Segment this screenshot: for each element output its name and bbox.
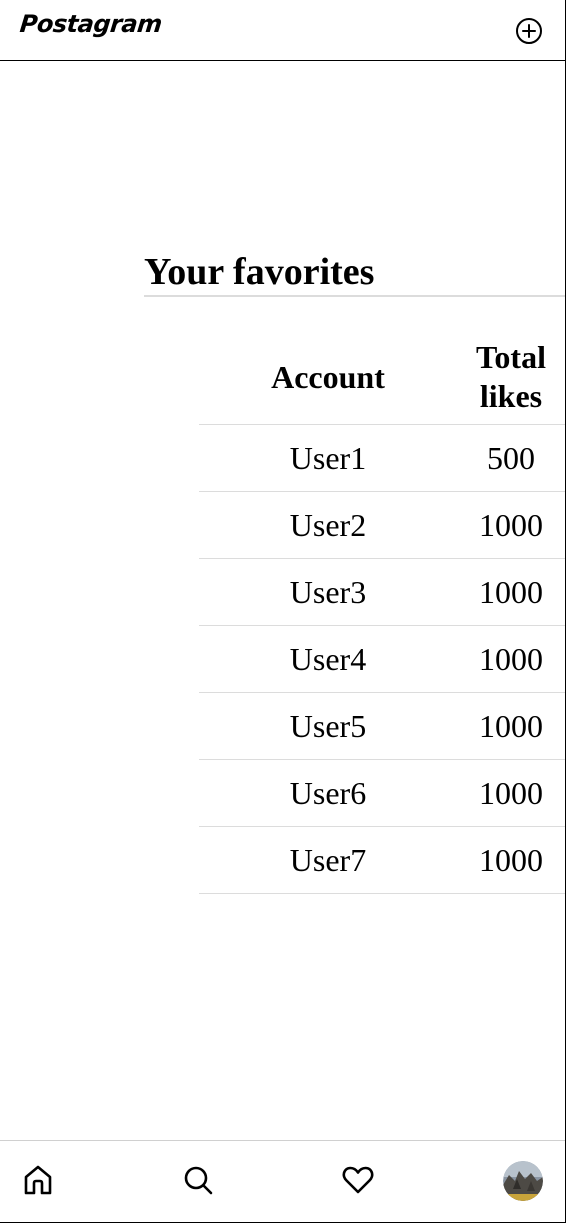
column-header-account: Account	[199, 330, 457, 425]
likes-cell: 1000	[457, 826, 565, 894]
page-title: Your favorites	[144, 251, 375, 293]
table-row: User6 1000	[199, 759, 565, 827]
table-row: User5 1000	[199, 692, 565, 760]
plus-circle-icon	[516, 18, 542, 44]
account-cell[interactable]: User2	[199, 491, 457, 559]
home-icon	[24, 1165, 52, 1195]
likes-cell: 1000	[457, 558, 565, 626]
table-row: User1 500	[199, 424, 565, 492]
column-header-total-likes: Total likes	[457, 330, 565, 425]
search-icon	[184, 1166, 213, 1195]
account-cell[interactable]: User1	[199, 424, 457, 492]
favorites-table: Account Total likes User1 500 User2 1000…	[199, 330, 565, 894]
account-cell[interactable]: User7	[199, 826, 457, 894]
table-row: User7 1000	[199, 826, 565, 894]
bottom-nav	[0, 1140, 565, 1222]
title-divider	[144, 295, 565, 297]
top-bar: Postagram	[0, 0, 565, 61]
app-logo[interactable]: Postagram	[19, 10, 164, 38]
column-header-total-likes-label: Total likes	[476, 339, 546, 414]
nav-home-button[interactable]	[20, 1162, 56, 1198]
nav-favorites-button[interactable]	[340, 1162, 376, 1198]
heart-icon	[342, 1166, 374, 1194]
account-cell[interactable]: User5	[199, 692, 457, 760]
likes-cell: 1000	[457, 491, 565, 559]
table-row: User4 1000	[199, 625, 565, 693]
app-frame: Postagram Your favorites Account Total l…	[0, 0, 566, 1223]
profile-avatar-image	[503, 1161, 543, 1201]
likes-cell: 1000	[457, 759, 565, 827]
table-row: User3 1000	[199, 558, 565, 626]
table-header-row: Account Total likes	[199, 330, 565, 425]
account-cell[interactable]: User6	[199, 759, 457, 827]
likes-cell: 500	[457, 424, 565, 492]
nav-search-button[interactable]	[180, 1162, 216, 1198]
add-post-button[interactable]	[515, 17, 543, 45]
avatar[interactable]	[503, 1161, 543, 1201]
account-cell[interactable]: User3	[199, 558, 457, 626]
likes-cell: 1000	[457, 692, 565, 760]
likes-cell: 1000	[457, 625, 565, 693]
table-row: User2 1000	[199, 491, 565, 559]
account-cell[interactable]: User4	[199, 625, 457, 693]
